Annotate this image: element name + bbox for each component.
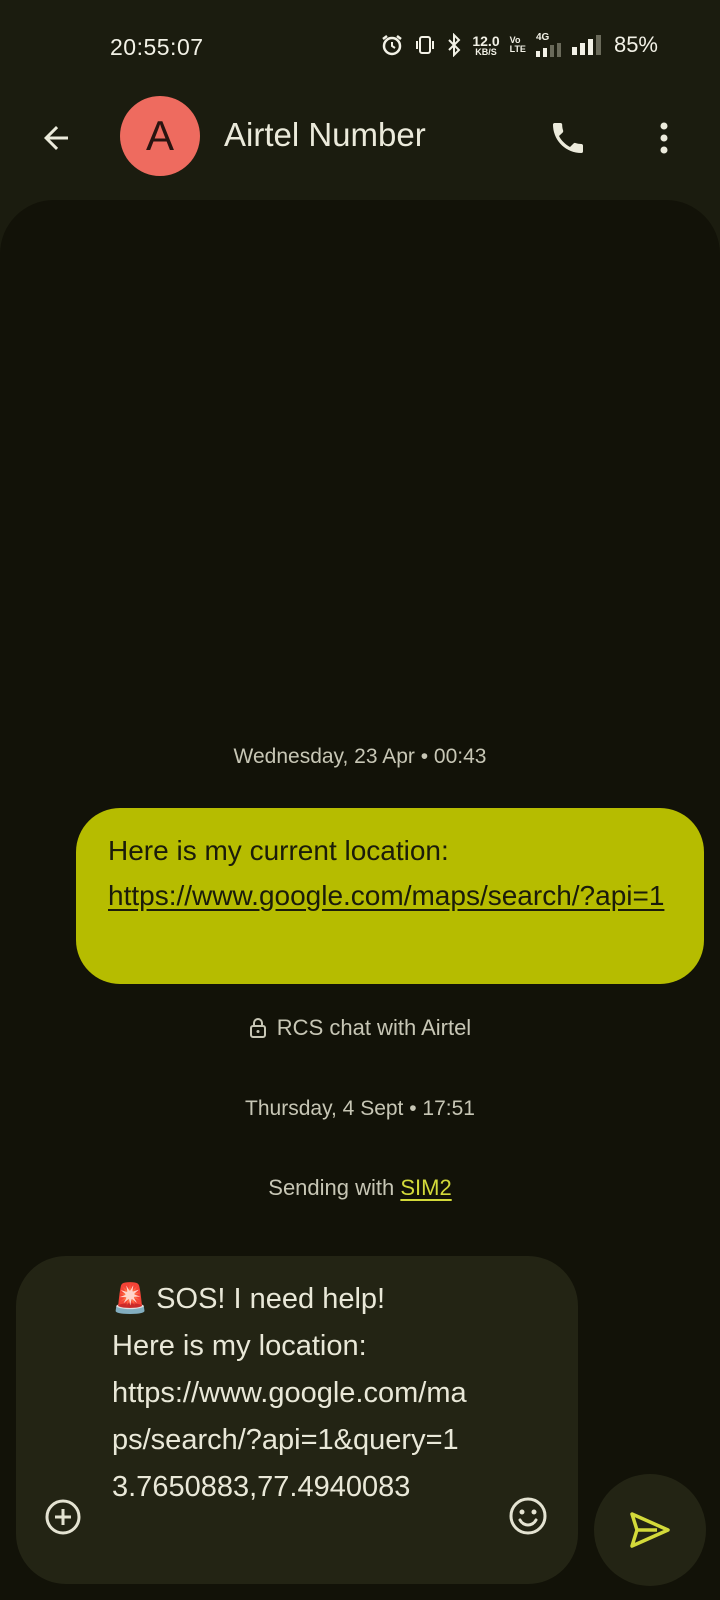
back-arrow-icon <box>44 126 68 150</box>
phone-icon <box>553 123 583 153</box>
status-icons: 12.0 KB/S Vo LTE 4G 85% <box>380 32 658 58</box>
volte-badge: Vo LTE <box>510 36 526 54</box>
rcs-notice: RCS chat with Airtel <box>0 1015 720 1041</box>
attach-button[interactable] <box>42 1496 84 1538</box>
message-text: Here is my current location: <box>108 835 449 866</box>
sending-prefix: Sending with <box>268 1175 401 1200</box>
signal-sim1-icon: 4G <box>535 32 562 57</box>
send-icon <box>630 1512 670 1548</box>
rcs-notice-text: RCS chat with Airtel <box>276 1015 472 1040</box>
volte-bottom: LTE <box>509 44 526 54</box>
sim-selector-link[interactable]: SIM2 <box>400 1175 451 1200</box>
emoji-icon <box>509 1497 547 1535</box>
vibrate-icon <box>414 34 436 56</box>
conversation-header: A Airtel Number <box>0 96 720 200</box>
network-type: 4G <box>535 32 550 43</box>
contact-name[interactable]: Airtel Number <box>224 116 426 154</box>
back-button[interactable] <box>34 116 78 160</box>
add-circle-icon <box>45 1499 81 1535</box>
more-vert-icon <box>660 122 668 154</box>
alarm-icon <box>380 33 404 57</box>
message-link[interactable]: https://www.google.com/maps/search/?api=… <box>108 873 674 918</box>
battery-level: 85% <box>613 32 658 57</box>
lock-icon <box>249 1018 266 1038</box>
send-button[interactable] <box>594 1474 706 1586</box>
net-speed-value: 12.0 <box>472 32 500 49</box>
net-speed: 12.0 KB/S <box>472 34 499 57</box>
status-bar: 20:55:07 12.0 KB/S Vo LTE 4G 85% <box>0 0 720 96</box>
emoji-button[interactable] <box>504 1492 552 1540</box>
signal-sim2-icon <box>571 35 602 55</box>
sending-info: Sending with SIM2 <box>0 1175 720 1201</box>
date-separator: Wednesday, 23 Apr • 00:43 <box>233 745 487 768</box>
call-button[interactable] <box>544 114 592 162</box>
bluetooth-icon <box>446 33 462 57</box>
date-separator: Thursday, 4 Sept • 17:51 <box>245 1097 475 1120</box>
avatar[interactable]: A <box>120 96 200 176</box>
compose-field[interactable]: 🚨 SOS! I need help! Here is my location:… <box>16 1256 578 1584</box>
more-options-button[interactable] <box>642 114 686 162</box>
compose-text[interactable]: 🚨 SOS! I need help! Here is my location:… <box>112 1276 482 1511</box>
net-speed-unit: KB/S <box>475 46 497 57</box>
outgoing-message-bubble[interactable]: Here is my current location: https://www… <box>76 808 704 984</box>
status-time: 20:55:07 <box>110 34 204 60</box>
